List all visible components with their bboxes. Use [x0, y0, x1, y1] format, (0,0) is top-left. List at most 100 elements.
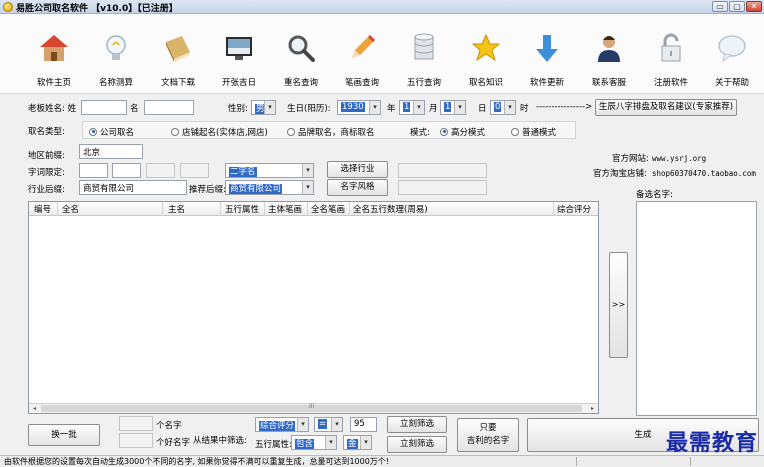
toolbar-home-button[interactable]: 软件主页: [23, 20, 85, 90]
region-input[interactable]: 北京: [79, 144, 143, 159]
radio-high-score-mode[interactable]: 高分模式: [440, 126, 485, 138]
chevron-down-icon: ▾: [331, 418, 342, 431]
toolbar-help-button[interactable]: 关于帮助: [701, 20, 763, 90]
column-header-main-strokes[interactable]: 主体笔画: [268, 203, 302, 215]
instant-filter-wuxing-button[interactable]: 立刻筛选: [387, 436, 447, 453]
table-header: 编号 全名 主名 五行属性 主体笔画 全名笔画 全名五行数理(周易) 综合评分: [29, 202, 598, 216]
status-divider: [690, 457, 691, 466]
radio-company-naming[interactable]: 公司取名: [89, 126, 134, 138]
radio-brand-naming[interactable]: 品牌取名，商标取名: [287, 126, 375, 138]
score-value-input[interactable]: 95: [350, 417, 377, 432]
toolbar-lucky-day-button[interactable]: 开张吉日: [208, 20, 270, 90]
toolbar-label: 取名知识: [468, 78, 503, 88]
column-header-numerology[interactable]: 全名五行数理(周易): [353, 203, 428, 215]
good-name-count-display: [119, 433, 153, 448]
radio-checked-icon: [89, 127, 97, 136]
scroll-left-icon[interactable]: ◂: [30, 404, 39, 413]
add-to-candidates-button[interactable]: >>: [609, 252, 628, 358]
gender-select[interactable]: 男 ▾: [251, 100, 276, 115]
radio-label: 高分模式: [451, 128, 486, 138]
recommend-suffix-value: 商贸有限公司: [229, 184, 283, 194]
toolbar-label: 名称测算: [98, 78, 133, 88]
wuxing-element-value: 金: [347, 439, 358, 449]
word-limit-input-1[interactable]: [79, 163, 108, 178]
birth-month-select[interactable]: 1 ▾: [399, 100, 425, 115]
arrow-text: ---------------->: [536, 102, 593, 112]
word-limit-input-2[interactable]: [112, 163, 141, 178]
column-separator: [349, 202, 350, 216]
toolbar-update-button[interactable]: 软件更新: [516, 20, 578, 90]
suffix-input[interactable]: 商贸有限公司: [79, 180, 187, 195]
chevron-down-icon: ▾: [302, 181, 313, 194]
column-header-number[interactable]: 编号: [34, 203, 51, 215]
column-header-full-name[interactable]: 全名: [62, 203, 79, 215]
name-style-button[interactable]: 名字风格: [327, 179, 388, 196]
toolbar-name-test-button[interactable]: 名称测算: [85, 20, 147, 90]
radio-shop-naming[interactable]: 店铺起名(实体店,网店): [171, 126, 268, 138]
select-industry-button[interactable]: 选择行业: [327, 161, 388, 178]
given-name-input[interactable]: [144, 100, 194, 115]
name-count-display: [119, 416, 153, 431]
toolbar-knowledge-button[interactable]: 取名知识: [455, 20, 517, 90]
toolbar-wuxing-button[interactable]: 五行查询: [393, 20, 455, 90]
official-shop-label: 官方淘宝店铺:: [593, 169, 647, 179]
score-field-combo[interactable]: 综合评分 ▾: [255, 417, 309, 432]
toolbar-duplicate-check-button[interactable]: 重名查询: [270, 20, 332, 90]
word-limit-combo-value: 二字名: [229, 167, 257, 177]
column-separator: [57, 202, 58, 216]
birth-day-value: 1: [444, 102, 452, 112]
radio-normal-mode[interactable]: 普通模式: [511, 126, 556, 138]
name-count-label: 个名字: [156, 421, 182, 431]
candidates-label: 备选名字:: [636, 190, 673, 200]
style-display: [398, 180, 487, 195]
wuxing-element-combo[interactable]: 金 ▾: [343, 435, 372, 450]
surname-input[interactable]: [81, 100, 127, 115]
candidates-list[interactable]: [636, 201, 757, 416]
lightbulb-icon: [106, 35, 126, 60]
close-button[interactable]: ✕: [746, 1, 762, 12]
month-unit-label: 月: [429, 104, 438, 114]
column-header-score[interactable]: 综合评分: [557, 203, 591, 215]
birth-hour-value: 0: [494, 102, 502, 112]
operator-value: =: [318, 419, 328, 429]
results-table[interactable]: 编号 全名 主名 五行属性 主体笔画 全名笔画 全名五行数理(周易) 综合评分 …: [28, 201, 599, 414]
toolbar-label: 笔画查询: [344, 78, 379, 88]
person-icon: [598, 36, 620, 62]
toolbar-support-button[interactable]: 联系客服: [578, 20, 640, 90]
word-limit-input-4[interactable]: [180, 163, 209, 178]
scrollbar-thumb[interactable]: III: [41, 403, 582, 412]
birth-day-select[interactable]: 1 ▾: [440, 100, 466, 115]
birth-year-select[interactable]: 1930 ▾: [337, 100, 381, 115]
official-site-link[interactable]: www.ysrj.org: [652, 154, 706, 163]
toolbar-label: 软件主页: [36, 78, 71, 88]
word-limit-input-3[interactable]: [146, 163, 175, 178]
birth-hour-select[interactable]: 0 ▾: [490, 100, 516, 115]
toolbar-stroke-button[interactable]: 笔画查询: [331, 20, 393, 90]
column-header-main-name[interactable]: 主名: [168, 203, 185, 215]
column-header-wuxing[interactable]: 五行属性: [225, 203, 259, 215]
minimize-button[interactable]: ▭: [712, 1, 728, 12]
recommend-suffix-combo[interactable]: 商贸有限公司 ▾: [225, 180, 314, 195]
horizontal-scrollbar[interactable]: ◂ III ▸: [29, 403, 598, 413]
official-shop-link[interactable]: shop60370470.taobao.com: [652, 169, 756, 178]
chevron-down-icon: ▾: [504, 101, 515, 114]
word-limit-combo[interactable]: 二字名 ▾: [225, 163, 314, 178]
operator-combo[interactable]: = ▾: [314, 417, 343, 432]
maximize-button[interactable]: ▢: [729, 1, 745, 12]
scroll-right-icon[interactable]: ▸: [588, 404, 597, 413]
wuxing-operator-combo[interactable]: 包含 ▾: [291, 435, 337, 450]
toolbar-register-button[interactable]: 注册软件: [640, 20, 702, 90]
suffix-label: 行业后缀:: [28, 185, 65, 195]
bazi-advice-button[interactable]: 生辰八字排盘及取名建议(专家推荐): [595, 99, 737, 116]
industry-display: [398, 163, 487, 178]
switch-batch-button[interactable]: 换一批: [28, 424, 100, 446]
status-bar: 由软件根据您的设置每次自动生成3000个不同的名字, 如果你觉得不满可以重复生成…: [0, 455, 764, 467]
column-header-full-strokes[interactable]: 全名笔画: [311, 203, 345, 215]
lucky-names-only-button[interactable]: 只要 吉利的名字: [457, 418, 519, 452]
instant-filter-score-button[interactable]: 立刻筛选: [387, 416, 447, 433]
toolbar-label: 软件更新: [529, 78, 564, 88]
toolbar-docs-button[interactable]: 文档下载: [147, 20, 209, 90]
toolbar-label: 注册软件: [653, 78, 688, 88]
gender-label: 性别:: [228, 104, 248, 114]
radio-label: 品牌取名，商标取名: [298, 128, 375, 138]
